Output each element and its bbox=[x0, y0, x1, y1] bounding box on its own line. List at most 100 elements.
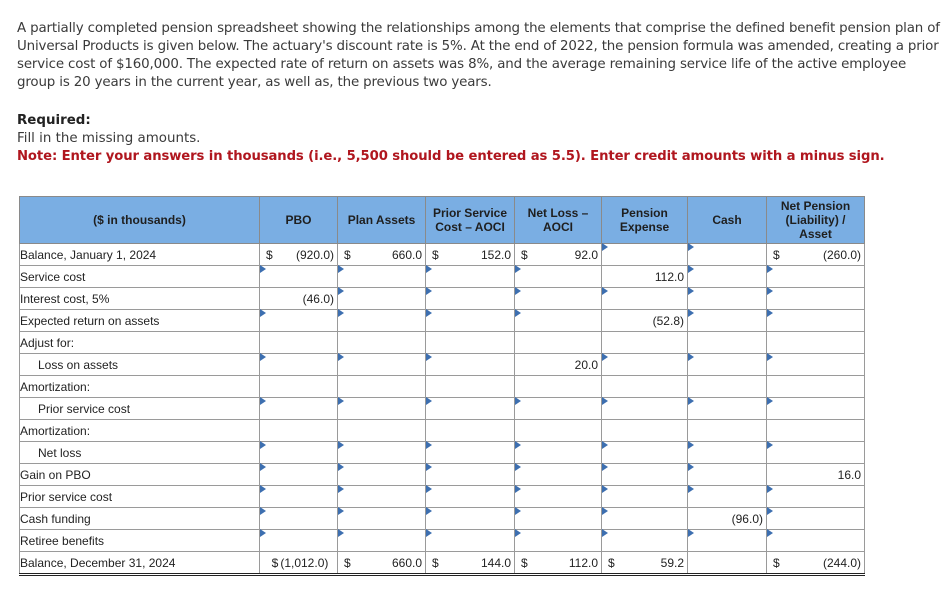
cash-input[interactable] bbox=[687, 287, 767, 310]
cell-amount: 92.0 bbox=[574, 247, 598, 262]
plan-assets-input[interactable] bbox=[337, 507, 426, 530]
dollar-sign: $ bbox=[344, 247, 351, 262]
dollar-sign: $ bbox=[432, 247, 439, 262]
plan-assets-input[interactable] bbox=[337, 287, 426, 310]
pension-expense-input[interactable] bbox=[601, 485, 688, 508]
pbo-value: $ (920.0) bbox=[259, 243, 338, 266]
pension-expense-input[interactable] bbox=[601, 529, 688, 552]
cash-input[interactable] bbox=[687, 243, 767, 266]
pbo-input[interactable] bbox=[259, 397, 338, 420]
prior-service-cost-input[interactable] bbox=[425, 265, 515, 288]
pbo-input[interactable] bbox=[259, 529, 338, 552]
prior-service-cost-input[interactable] bbox=[425, 287, 515, 310]
cell-amount: (260.0) bbox=[822, 247, 861, 262]
pension-expense-input[interactable] bbox=[601, 441, 688, 464]
header-pbo: PBO bbox=[259, 196, 338, 244]
cash-input[interactable] bbox=[687, 441, 767, 464]
net-pension-value: 16.0 bbox=[766, 463, 865, 486]
empty-cell bbox=[259, 419, 338, 442]
empty-cell bbox=[687, 331, 767, 354]
cell-amount: 20.0 bbox=[574, 357, 598, 372]
pbo-input[interactable] bbox=[259, 507, 338, 530]
pension-expense-input[interactable] bbox=[601, 287, 688, 310]
plan-assets-input[interactable] bbox=[337, 265, 426, 288]
pbo-input[interactable] bbox=[259, 463, 338, 486]
empty-cell bbox=[514, 375, 602, 398]
net-pension-input[interactable] bbox=[766, 485, 865, 508]
table-row: Adjust for: bbox=[19, 331, 865, 354]
empty-cell bbox=[687, 419, 767, 442]
cash-input[interactable] bbox=[687, 265, 767, 288]
prior-service-cost-input[interactable] bbox=[425, 507, 515, 530]
net-loss-input[interactable] bbox=[514, 287, 602, 310]
prior-service-cost-input[interactable] bbox=[425, 485, 515, 508]
cash-input[interactable] bbox=[687, 353, 767, 376]
cash-input[interactable] bbox=[687, 309, 767, 332]
cash-input[interactable] bbox=[687, 463, 767, 486]
net-loss-input[interactable] bbox=[514, 309, 602, 332]
dollar-sign: $ bbox=[608, 555, 615, 570]
cash-input[interactable] bbox=[687, 529, 767, 552]
cell-amount: (1,012.0) bbox=[280, 555, 329, 570]
cell-amount: 59.2 bbox=[660, 555, 684, 570]
prior-service-cost-input[interactable] bbox=[425, 397, 515, 420]
row-label: Service cost bbox=[19, 265, 260, 288]
pbo-input[interactable] bbox=[259, 265, 338, 288]
prior-service-cost-input[interactable] bbox=[425, 463, 515, 486]
prior-service-cost-value: $144.0 bbox=[425, 551, 515, 576]
prior-service-cost-input[interactable] bbox=[425, 529, 515, 552]
net-loss-input[interactable] bbox=[514, 265, 602, 288]
prior-service-cost-input[interactable] bbox=[425, 441, 515, 464]
header-pension-expense: Pension Expense bbox=[601, 196, 688, 244]
net-loss-input[interactable] bbox=[514, 463, 602, 486]
cash-input[interactable] bbox=[687, 485, 767, 508]
net-pension-input[interactable] bbox=[766, 353, 865, 376]
empty-cell bbox=[514, 419, 602, 442]
pension-expense-input[interactable] bbox=[601, 397, 688, 420]
pension-expense-input[interactable] bbox=[601, 463, 688, 486]
cash-value: (96.0) bbox=[687, 507, 767, 530]
cell-amount: (52.8) bbox=[652, 313, 684, 328]
plan-assets-input[interactable] bbox=[337, 309, 426, 332]
net-loss-input[interactable] bbox=[514, 507, 602, 530]
pbo-input[interactable] bbox=[259, 441, 338, 464]
net-loss-input[interactable] bbox=[514, 485, 602, 508]
prior-service-cost-input[interactable] bbox=[425, 309, 515, 332]
net-pension-input[interactable] bbox=[766, 265, 865, 288]
pension-expense-value: 112.0 bbox=[601, 265, 688, 288]
plan-assets-input[interactable] bbox=[337, 441, 426, 464]
pbo-input[interactable] bbox=[259, 309, 338, 332]
dollar-sign: $ bbox=[521, 247, 528, 262]
net-pension-input[interactable] bbox=[766, 441, 865, 464]
dollar-sign: $ bbox=[773, 555, 780, 570]
net-loss-input[interactable] bbox=[514, 397, 602, 420]
plan-assets-input[interactable] bbox=[337, 529, 426, 552]
net-pension-input[interactable] bbox=[766, 397, 865, 420]
pension-spreadsheet: ($ in thousands) PBO Plan Assets Prior S… bbox=[19, 196, 865, 576]
net-pension-input[interactable] bbox=[766, 287, 865, 310]
empty-cell bbox=[766, 419, 865, 442]
net-pension-input[interactable] bbox=[766, 309, 865, 332]
plan-assets-input[interactable] bbox=[337, 485, 426, 508]
empty-cell bbox=[337, 331, 426, 354]
cash-input[interactable] bbox=[687, 397, 767, 420]
net-loss-input[interactable] bbox=[514, 441, 602, 464]
prior-service-cost-input[interactable] bbox=[425, 353, 515, 376]
table-row: Expected return on assets (52.8) bbox=[19, 309, 865, 332]
net-pension-input[interactable] bbox=[766, 507, 865, 530]
header-cash: Cash bbox=[687, 196, 767, 244]
plan-assets-input[interactable] bbox=[337, 463, 426, 486]
pension-expense-value: $59.2 bbox=[601, 551, 688, 576]
net-loss-input[interactable] bbox=[514, 529, 602, 552]
pbo-input[interactable] bbox=[259, 353, 338, 376]
empty-cell bbox=[766, 375, 865, 398]
empty-cell bbox=[259, 331, 338, 354]
pension-expense-input[interactable] bbox=[601, 507, 688, 530]
plan-assets-input[interactable] bbox=[337, 397, 426, 420]
plan-assets-input[interactable] bbox=[337, 353, 426, 376]
cell-amount: 152.0 bbox=[480, 247, 511, 262]
pbo-input[interactable] bbox=[259, 485, 338, 508]
net-pension-input[interactable] bbox=[766, 529, 865, 552]
pension-expense-input[interactable] bbox=[601, 353, 688, 376]
pension-expense-input[interactable] bbox=[601, 243, 688, 266]
